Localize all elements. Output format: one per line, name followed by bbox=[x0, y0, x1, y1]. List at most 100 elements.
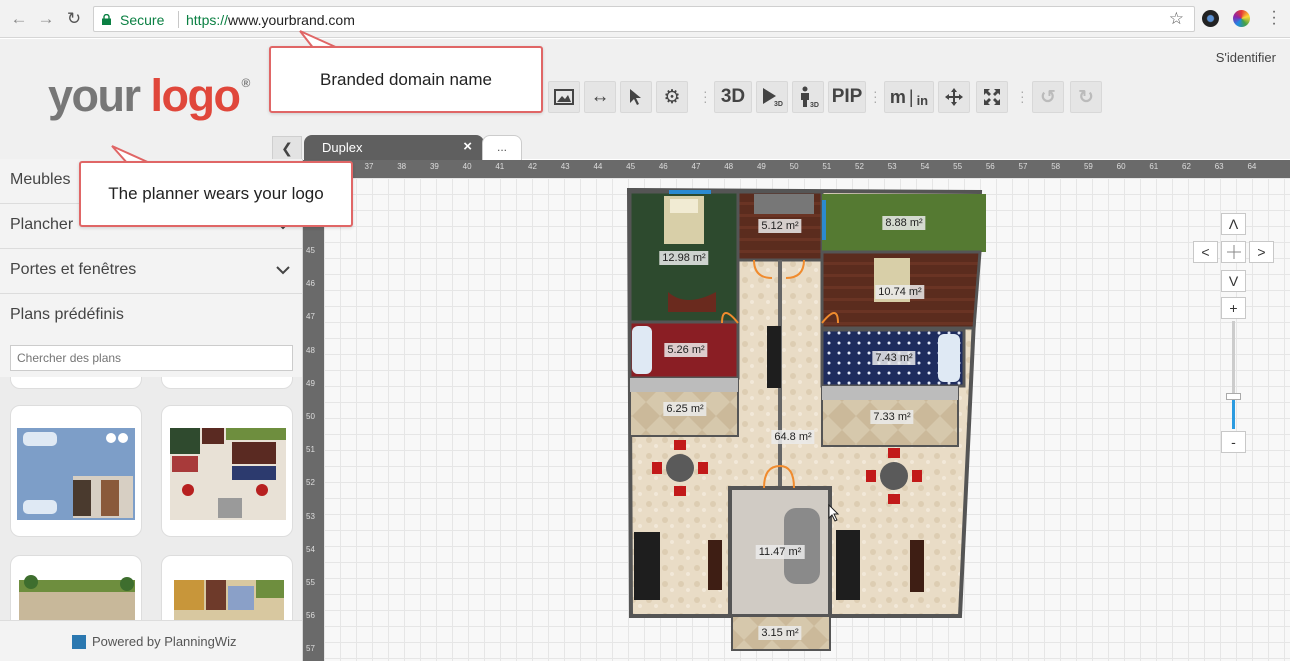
room-area-label[interactable]: 5.12 m² bbox=[758, 219, 802, 233]
room-area-label[interactable]: 5.26 m² bbox=[664, 343, 708, 357]
ruler-left: 45 46 47 48 49 50 51 52 53 54 55 56 57 bbox=[303, 178, 324, 661]
ruler-top-label: 51 bbox=[822, 162, 832, 171]
pan-down-button[interactable]: V bbox=[1221, 270, 1246, 292]
ruler-left-label: 54 bbox=[306, 544, 315, 554]
pan-left-button[interactable]: < bbox=[1193, 241, 1218, 263]
ruler-left-label: 55 bbox=[306, 578, 315, 587]
ruler-top-label: 43 bbox=[560, 162, 570, 171]
plan-thumbnail[interactable] bbox=[161, 405, 293, 537]
plan-thumbnail[interactable] bbox=[161, 555, 293, 620]
ruler-top-label: 50 bbox=[789, 162, 799, 171]
plan-thumbnail[interactable] bbox=[10, 555, 142, 620]
app-root: ← → ↻ Secure https://www.yourbrand.com ☆… bbox=[0, 0, 1290, 661]
ruler-top-label: 46 bbox=[658, 162, 668, 171]
measure-arrow-icon[interactable]: ↔ bbox=[584, 81, 616, 113]
settings-gears-icon[interactable]: ⚙ bbox=[656, 81, 688, 113]
mouse-cursor-icon bbox=[828, 504, 840, 522]
bookmark-star-icon[interactable]: ☆ bbox=[1169, 9, 1184, 29]
room-area-label[interactable]: 3.15 m² bbox=[758, 626, 802, 640]
room-area-label[interactable]: 8.88 m² bbox=[882, 216, 926, 230]
zoom-slider-track[interactable] bbox=[1226, 321, 1241, 429]
reload-icon[interactable]: ↻ bbox=[63, 8, 85, 30]
logo-word-your: your bbox=[48, 70, 141, 121]
ruler-top-label: 52 bbox=[855, 162, 864, 171]
url-text[interactable]: https://www.yourbrand.com bbox=[178, 12, 355, 28]
toolbar-divider: · · · bbox=[703, 83, 708, 109]
callout-domain: Branded domain name bbox=[269, 46, 543, 113]
ruler-top-label: 62 bbox=[1182, 162, 1191, 171]
ruler-top-label: 41 bbox=[495, 162, 505, 171]
sidebar-item-plans[interactable]: Plans prédéfinis bbox=[0, 294, 302, 339]
tab-close-icon[interactable]: × bbox=[463, 138, 472, 155]
ruler-top-label: 37 bbox=[364, 162, 374, 171]
zoom-in-button[interactable]: + bbox=[1221, 297, 1246, 319]
plan-thumbnail[interactable] bbox=[10, 405, 142, 537]
forward-arrow-icon[interactable]: → bbox=[35, 8, 57, 30]
floorplan-canvas[interactable]: 12.98 m² 5.12 m² 8.88 m² 10.74 m² 5.26 m… bbox=[324, 178, 1290, 661]
tab-duplex-label: Duplex bbox=[322, 140, 363, 155]
plans-thumbnail-grid bbox=[0, 377, 302, 620]
units-toggle-button[interactable]: m | in bbox=[884, 81, 934, 113]
callout-logo: The planner wears your logo bbox=[79, 161, 353, 227]
extension-camera-icon[interactable] bbox=[1202, 10, 1219, 27]
logo-word-brand: logo bbox=[150, 70, 241, 121]
ruler-left-label: 48 bbox=[306, 345, 315, 355]
ruler-top-label: 40 bbox=[462, 162, 472, 171]
url-scheme: https:// bbox=[186, 12, 229, 28]
brand-logo: your logo ® bbox=[48, 70, 250, 122]
powered-by-text: Powered by PlanningWiz bbox=[92, 634, 237, 649]
image-icon[interactable] bbox=[548, 81, 580, 113]
planningwiz-logo-icon bbox=[72, 635, 86, 649]
address-bar[interactable]: Secure https://www.yourbrand.com ☆ bbox=[93, 6, 1195, 32]
sidebar-item-portes[interactable]: Portes et fenêtres bbox=[0, 249, 302, 294]
units-in-label: in bbox=[916, 92, 929, 108]
sidebar-item-label: Portes et fenêtres bbox=[10, 261, 137, 278]
zoom-out-button[interactable]: - bbox=[1221, 431, 1246, 453]
back-arrow-icon[interactable]: ← bbox=[8, 8, 30, 30]
search-plans-input[interactable] bbox=[10, 345, 293, 371]
move-arrows-icon[interactable] bbox=[938, 81, 970, 113]
select-cursor-icon[interactable] bbox=[620, 81, 652, 113]
tab-scroll-left-icon[interactable]: ❮ bbox=[272, 136, 302, 160]
redo-icon[interactable]: ↻ bbox=[1070, 81, 1102, 113]
ruler-top-label: 45 bbox=[626, 162, 636, 171]
extension-color-wheel-icon[interactable] bbox=[1233, 10, 1250, 27]
walk-3d-icon[interactable]: 3D bbox=[792, 81, 824, 113]
ruler-top-label: 58 bbox=[1051, 162, 1061, 171]
ruler-top-label: 59 bbox=[1083, 162, 1093, 171]
fullscreen-icon[interactable] bbox=[976, 81, 1008, 113]
ruler-top-label: 57 bbox=[1018, 162, 1028, 171]
plan-thumbnail[interactable] bbox=[10, 377, 142, 389]
room-area-label[interactable]: 11.47 m² bbox=[755, 545, 805, 559]
zoom-slider-fill bbox=[1232, 396, 1235, 429]
signin-link[interactable]: S'identifier bbox=[1216, 50, 1276, 65]
room-area-label[interactable]: 10.74 m² bbox=[875, 285, 925, 299]
units-m-label: m bbox=[889, 86, 906, 107]
room-area-label[interactable]: 12.98 m² bbox=[659, 251, 709, 265]
room-area-label[interactable]: 7.43 m² bbox=[872, 351, 916, 365]
pan-center-icon[interactable] bbox=[1221, 241, 1246, 263]
plan-thumbnail[interactable] bbox=[161, 377, 293, 389]
view-3d-button[interactable]: 3D bbox=[714, 81, 752, 113]
pip-button[interactable]: PIP bbox=[828, 81, 866, 113]
ruler-left-label: 53 bbox=[306, 511, 315, 521]
play-3d-icon[interactable]: 3D bbox=[756, 81, 788, 113]
ruler-top: 37 38 39 40 41 42 43 44 45 46 47 48 49 50 51 52 53 54 55 56… bbox=[303, 160, 1290, 178]
ruler-top-label: 44 bbox=[593, 162, 603, 171]
tab-duplex[interactable]: Duplex × bbox=[304, 135, 484, 160]
ruler-top-label: 61 bbox=[1149, 162, 1159, 171]
chevron-down-icon bbox=[276, 266, 290, 275]
tab-new[interactable]: ... bbox=[482, 135, 522, 160]
room-area-label[interactable]: 7.33 m² bbox=[870, 410, 914, 424]
browser-chrome: ← → ↻ Secure https://www.yourbrand.com ☆… bbox=[0, 0, 1290, 38]
pan-right-button[interactable]: > bbox=[1249, 241, 1274, 263]
browser-menu-icon[interactable]: · · · bbox=[1271, 4, 1277, 32]
sidebar-item-label: Plans prédéfinis bbox=[10, 306, 124, 323]
zoom-slider-handle[interactable] bbox=[1226, 392, 1241, 400]
powered-by-footer[interactable]: Powered by PlanningWiz bbox=[0, 620, 302, 661]
pan-up-button[interactable]: Λ bbox=[1221, 213, 1246, 235]
undo-icon[interactable]: ↺ bbox=[1032, 81, 1064, 113]
ruler-top-label: 63 bbox=[1214, 162, 1224, 171]
room-area-label[interactable]: 64.8 m² bbox=[771, 430, 815, 444]
room-area-label[interactable]: 6.25 m² bbox=[663, 402, 707, 416]
